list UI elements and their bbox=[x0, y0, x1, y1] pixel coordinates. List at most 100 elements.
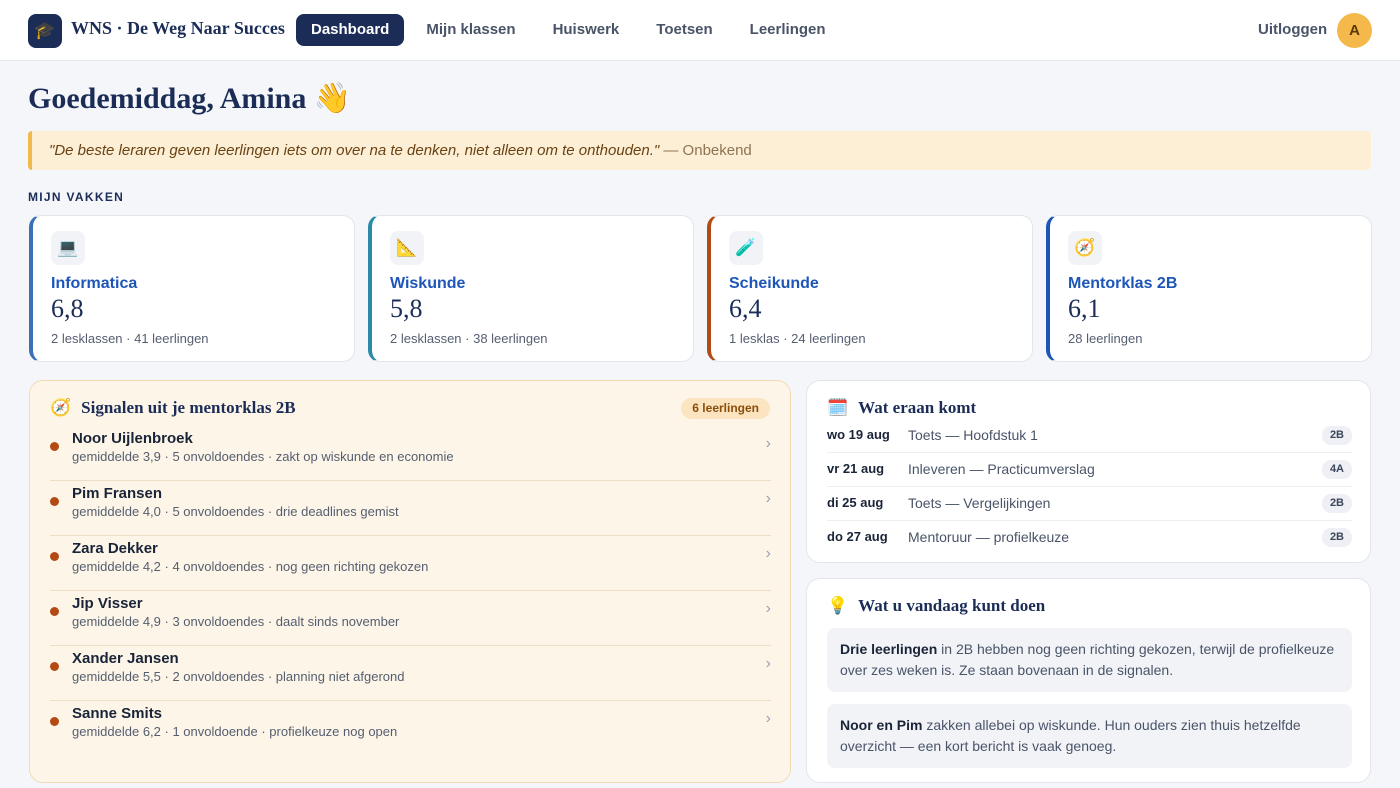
list-item[interactable]: do 27 aug Mentoruur — profielkeuze 2B bbox=[827, 521, 1352, 555]
graduation-cap-icon[interactable]: 🎓 bbox=[28, 14, 62, 48]
tip-card: Drie leerlingen in 2B hebben nog geen ri… bbox=[827, 628, 1352, 692]
signals-title-text: Signalen uit je mentorklas 2B bbox=[81, 398, 296, 417]
subject-average: 6,1 bbox=[1068, 294, 1101, 323]
class-badge: 2B bbox=[1321, 494, 1352, 513]
list-item[interactable]: Sanne Smits gemiddelde 6,2 · 1 onvoldoen… bbox=[50, 701, 771, 756]
subject-average: 5,8 bbox=[390, 294, 423, 323]
signals-title: 🧭 Signalen uit je mentorklas 2B bbox=[50, 398, 296, 418]
class-badge: 2B bbox=[1321, 528, 1352, 547]
chevron-right-icon: › bbox=[765, 655, 771, 672]
event-description: Toets — Vergelijkingen bbox=[908, 495, 1051, 511]
brand-name[interactable]: WNS · De Weg Naar Succes bbox=[71, 18, 285, 39]
upcoming-list: wo 19 aug Toets — Hoofdstuk 1 2B vr 21 a… bbox=[827, 419, 1352, 555]
alert-dot-icon bbox=[50, 607, 59, 616]
top-navigation-bar: 🎓 WNS · De Weg Naar Succes Dashboard Mij… bbox=[0, 0, 1400, 61]
nav-leerlingen[interactable]: Leerlingen bbox=[735, 14, 841, 46]
today-actions-panel: 💡 Wat u vandaag kunt doen Drie leerlinge… bbox=[806, 578, 1371, 783]
upcoming-title: 🗓️ Wat eraan komt bbox=[827, 398, 976, 418]
subject-name: Informatica bbox=[51, 275, 138, 292]
student-name: Pim Fransen bbox=[72, 485, 163, 502]
event-date: wo 19 aug bbox=[827, 427, 890, 442]
signals-list: Noor Uijlenbroek gemiddelde 3,9 · 5 onvo… bbox=[50, 426, 771, 756]
mentor-signals-panel: 🧭 Signalen uit je mentorklas 2B 6 leerli… bbox=[29, 380, 791, 783]
chevron-right-icon: › bbox=[765, 435, 771, 452]
lightbulb-icon: 💡 bbox=[827, 596, 849, 615]
nav-dashboard[interactable]: Dashboard bbox=[296, 14, 405, 46]
student-name: Jip Visser bbox=[72, 595, 143, 612]
list-item[interactable]: Xander Jansen gemiddelde 5,5 · 2 onvoldo… bbox=[50, 646, 771, 701]
event-date: do 27 aug bbox=[827, 529, 888, 544]
tip-highlight: Noor en Pim bbox=[840, 717, 923, 733]
today-title: 💡 Wat u vandaag kunt doen bbox=[827, 596, 1045, 616]
chevron-right-icon: › bbox=[765, 600, 771, 617]
avatar[interactable]: A bbox=[1337, 13, 1372, 48]
subject-average: 6,4 bbox=[729, 294, 762, 323]
nav-huiswerk[interactable]: Huiswerk bbox=[538, 14, 635, 46]
calendar-icon: 🗓️ bbox=[827, 398, 849, 417]
student-detail: gemiddelde 3,9 · 5 onvoldoendes · zakt o… bbox=[72, 449, 454, 464]
chevron-right-icon: › bbox=[765, 490, 771, 507]
nav-toetsen[interactable]: Toetsen bbox=[641, 14, 727, 46]
alert-dot-icon bbox=[50, 717, 59, 726]
test-tube-icon: 🧪 bbox=[729, 231, 763, 265]
tip-card: Noor en Pim zakken allebei op wiskunde. … bbox=[827, 704, 1352, 768]
subject-meta: 2 lesklassen · 41 leerlingen bbox=[51, 331, 209, 346]
nav-mijn-klassen[interactable]: Mijn klassen bbox=[411, 14, 530, 46]
quote-author: — Onbekend bbox=[659, 142, 752, 159]
subject-name: Scheikunde bbox=[729, 275, 819, 292]
subject-card-mentorklas-2b[interactable]: 🧭 Mentorklas 2B 6,1 28 leerlingen bbox=[1046, 215, 1372, 362]
class-badge: 2B bbox=[1321, 426, 1352, 445]
student-name: Zara Dekker bbox=[72, 540, 158, 557]
list-item[interactable]: Zara Dekker gemiddelde 4,2 · 4 onvoldoen… bbox=[50, 536, 771, 591]
list-item[interactable]: Noor Uijlenbroek gemiddelde 3,9 · 5 onvo… bbox=[50, 426, 771, 481]
quote-banner: "De beste leraren geven leerlingen iets … bbox=[28, 131, 1371, 170]
alert-dot-icon bbox=[50, 442, 59, 451]
logout-link[interactable]: Uitloggen bbox=[1258, 21, 1327, 38]
subject-average: 6,8 bbox=[51, 294, 84, 323]
event-description: Mentoruur — profielkeuze bbox=[908, 529, 1070, 545]
subject-name: Wiskunde bbox=[390, 275, 466, 292]
subject-card-scheikunde[interactable]: 🧪 Scheikunde 6,4 1 lesklas · 24 leerling… bbox=[707, 215, 1033, 362]
subject-meta: 2 lesklassen · 38 leerlingen bbox=[390, 331, 548, 346]
compass-icon: 🧭 bbox=[1068, 231, 1102, 265]
page-title: Goedemiddag, Amina 👋 bbox=[28, 82, 352, 115]
student-name: Sanne Smits bbox=[72, 705, 163, 722]
subject-card-informatica[interactable]: 💻 Informatica 6,8 2 lesklassen · 41 leer… bbox=[29, 215, 355, 362]
alert-dot-icon bbox=[50, 497, 59, 506]
event-date: di 25 aug bbox=[827, 495, 884, 510]
alert-dot-icon bbox=[50, 552, 59, 561]
event-date: vr 21 aug bbox=[827, 461, 885, 476]
upcoming-panel: 🗓️ Wat eraan komt wo 19 aug Toets — Hoof… bbox=[806, 380, 1371, 563]
signals-count-badge: 6 leerlingen bbox=[681, 398, 770, 419]
section-label-subjects: MIJN VAKKEN bbox=[28, 190, 125, 204]
student-name: Xander Jansen bbox=[72, 650, 179, 667]
event-description: Toets — Hoofdstuk 1 bbox=[908, 427, 1038, 443]
subject-name: Mentorklas 2B bbox=[1068, 275, 1178, 292]
main-nav: Dashboard Mijn klassen Huiswerk Toetsen … bbox=[296, 14, 848, 46]
student-detail: gemiddelde 6,2 · 1 onvoldoende · profiel… bbox=[72, 724, 398, 739]
subject-meta: 28 leerlingen bbox=[1068, 331, 1143, 346]
chevron-right-icon: › bbox=[765, 545, 771, 562]
list-item[interactable]: vr 21 aug Inleveren — Practicumverslag 4… bbox=[827, 453, 1352, 487]
student-detail: gemiddelde 5,5 · 2 onvoldoendes · planni… bbox=[72, 669, 405, 684]
subject-meta: 1 lesklas · 24 leerlingen bbox=[729, 331, 866, 346]
class-badge: 4A bbox=[1321, 460, 1352, 479]
event-description: Inleveren — Practicumverslag bbox=[908, 461, 1095, 477]
list-item[interactable]: di 25 aug Toets — Vergelijkingen 2B bbox=[827, 487, 1352, 521]
laptop-icon: 💻 bbox=[51, 231, 85, 265]
student-detail: gemiddelde 4,2 · 4 onvoldoendes · nog ge… bbox=[72, 559, 429, 574]
today-title-text: Wat u vandaag kunt doen bbox=[858, 596, 1046, 615]
student-detail: gemiddelde 4,0 · 5 onvoldoendes · drie d… bbox=[72, 504, 399, 519]
tip-highlight: Drie leerlingen bbox=[840, 641, 938, 657]
subject-card-wiskunde[interactable]: 📐 Wiskunde 5,8 2 lesklassen · 38 leerlin… bbox=[368, 215, 694, 362]
alert-dot-icon bbox=[50, 662, 59, 671]
upcoming-title-text: Wat eraan komt bbox=[858, 398, 977, 417]
student-detail: gemiddelde 4,9 · 3 onvoldoendes · daalt … bbox=[72, 614, 400, 629]
compass-icon: 🧭 bbox=[50, 398, 72, 417]
ruler-icon: 📐 bbox=[390, 231, 424, 265]
list-item[interactable]: Pim Fransen gemiddelde 4,0 · 5 onvoldoen… bbox=[50, 481, 771, 536]
quote-text: "De beste leraren geven leerlingen iets … bbox=[49, 142, 660, 159]
list-item[interactable]: wo 19 aug Toets — Hoofdstuk 1 2B bbox=[827, 419, 1352, 453]
list-item[interactable]: Jip Visser gemiddelde 4,9 · 3 onvoldoend… bbox=[50, 591, 771, 646]
chevron-right-icon: › bbox=[765, 710, 771, 727]
